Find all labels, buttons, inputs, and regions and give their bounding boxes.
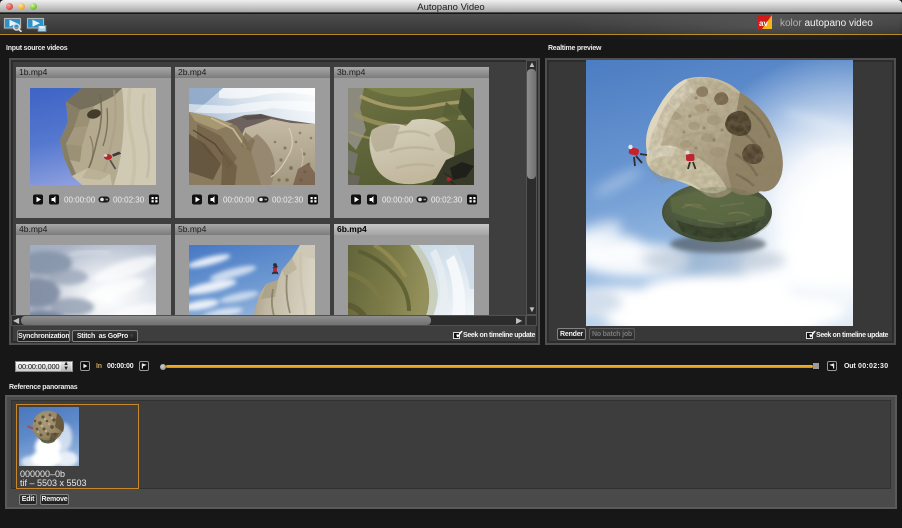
svg-text:00:02:30: 00:02:30 [113, 196, 145, 205]
svg-text:av: av [759, 19, 768, 28]
svg-text:00:00:00: 00:00:00 [382, 196, 414, 205]
svg-text:00:02:30: 00:02:30 [431, 196, 463, 205]
svg-text:00:02:30: 00:02:30 [272, 196, 304, 205]
svg-text:00:00:00: 00:00:00 [223, 196, 255, 205]
svg-text:00:00:00: 00:00:00 [64, 196, 96, 205]
